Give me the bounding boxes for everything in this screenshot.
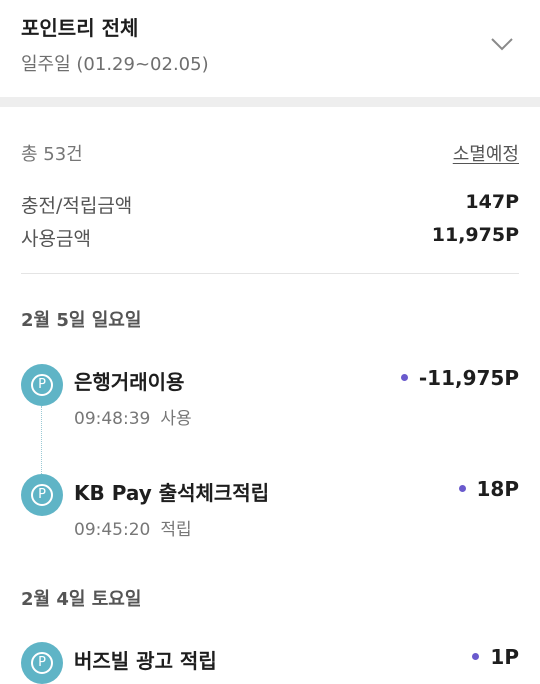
expire-link[interactable]: 소멸예정 bbox=[453, 140, 519, 166]
used-row: 사용금액 11,975P bbox=[21, 224, 519, 254]
transaction-amount: 1P bbox=[472, 645, 519, 669]
transaction-name: 은행거래이용 bbox=[74, 370, 185, 394]
status-dot bbox=[458, 485, 466, 492]
summary-header: 총 53건 소멸예정 bbox=[21, 140, 519, 168]
point-icon: P bbox=[21, 642, 63, 684]
total-count: 총 53건 bbox=[21, 144, 83, 165]
period-label: 일주일 (01.29~02.05) bbox=[21, 54, 209, 75]
transaction-meta: 09:45:20 적립 bbox=[74, 515, 192, 540]
used-label: 사용금액 bbox=[21, 228, 91, 250]
transaction-amount: 18P bbox=[458, 477, 519, 501]
transaction-time: 09:48:39 bbox=[74, 409, 151, 429]
date-header: 2월 4일 토요일 bbox=[21, 589, 142, 610]
point-icon: P bbox=[21, 474, 63, 516]
point-icon: P bbox=[21, 364, 63, 406]
earned-row: 충전/적립금액 147P bbox=[21, 191, 519, 221]
date-header: 2월 5일 일요일 bbox=[21, 310, 142, 331]
transaction-type: 적립 bbox=[160, 520, 192, 540]
page-title: 포인트리 전체 bbox=[21, 16, 139, 40]
earned-value: 147P bbox=[465, 191, 519, 213]
divider bbox=[21, 273, 519, 274]
transaction-time: 09:45:20 bbox=[74, 520, 151, 540]
transaction-name: 버즈빌 광고 적립 bbox=[74, 649, 217, 673]
transaction-name: KB Pay 출석체크적립 bbox=[74, 481, 270, 505]
timeline-connector bbox=[41, 406, 42, 476]
used-value: 11,975P bbox=[431, 224, 519, 246]
transaction-meta: 09:48:39 사용 bbox=[74, 404, 192, 429]
header[interactable]: 포인트리 전체 일주일 (01.29~02.05) bbox=[0, 0, 540, 97]
transaction-type: 사용 bbox=[160, 409, 192, 429]
earned-label: 충전/적립금액 bbox=[21, 195, 133, 217]
status-dot bbox=[472, 653, 480, 660]
transaction-amount: -11,975P bbox=[400, 366, 519, 390]
status-dot bbox=[400, 374, 408, 381]
section-divider bbox=[0, 97, 540, 107]
chevron-down-icon[interactable] bbox=[488, 30, 516, 58]
